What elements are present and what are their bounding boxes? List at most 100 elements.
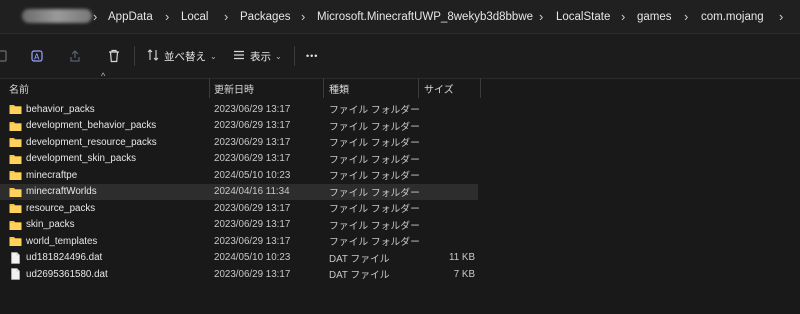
breadcrumb-packages[interactable]: Packages bbox=[240, 0, 291, 33]
chevron-right-icon: › bbox=[93, 9, 98, 24]
file-name: minecraftWorlds bbox=[26, 186, 97, 197]
rename-icon[interactable]: A bbox=[29, 48, 45, 64]
sort-label: 並べ替え bbox=[164, 50, 206, 63]
file-row[interactable]: minecraftpe 2024/05/10 10:23 ファイル フォルダー bbox=[0, 167, 478, 183]
folder-icon bbox=[9, 169, 22, 181]
view-button[interactable]: 表示 ⌄ bbox=[232, 46, 282, 66]
file-type: ファイル フォルダー bbox=[329, 121, 420, 133]
toolbar-separator bbox=[294, 46, 295, 66]
more-options-button[interactable]: ••• bbox=[306, 46, 318, 66]
breadcrumb-com-mojang[interactable]: com.mojang bbox=[701, 0, 764, 33]
file-type: ファイル フォルダー bbox=[329, 220, 420, 232]
file-date: 2024/05/10 10:23 bbox=[214, 169, 291, 181]
file-date: 2023/06/29 13:17 bbox=[214, 153, 291, 164]
folder-icon bbox=[9, 219, 22, 231]
file-row[interactable]: ud181824496.dat 2024/05/10 10:23 DAT ファイル 1… bbox=[0, 250, 478, 266]
chevron-right-icon: › bbox=[224, 9, 229, 24]
chevron-right-icon: › bbox=[165, 9, 170, 24]
folder-icon bbox=[9, 153, 22, 165]
sort-button[interactable]: 並べ替え ⌄ bbox=[146, 46, 217, 66]
file-row[interactable]: ud2695361580.dat 2023/06/29 13:17 DAT ファイル… bbox=[0, 266, 478, 282]
chevron-down-icon: ⌄ bbox=[210, 51, 217, 61]
share-icon[interactable] bbox=[67, 48, 83, 64]
file-date: 2023/06/29 13:17 bbox=[214, 202, 291, 214]
view-list-icon bbox=[232, 48, 246, 65]
file-size bbox=[420, 217, 475, 233]
file-date: 2023/06/29 13:17 bbox=[214, 268, 291, 280]
delete-icon[interactable] bbox=[106, 48, 122, 64]
file-date: 2023/06/29 13:17 bbox=[214, 103, 291, 115]
file-date: 2023/06/29 13:17 bbox=[214, 120, 291, 131]
file-date: 2024/04/16 11:34 bbox=[214, 186, 290, 197]
file-date: 2023/06/29 13:17 bbox=[214, 136, 291, 148]
svg-text:A: A bbox=[34, 53, 40, 62]
file-size: 7 KB bbox=[453, 268, 475, 280]
chevron-down-icon: ⌄ bbox=[275, 51, 282, 61]
file-type: ファイル フォルダー bbox=[329, 187, 420, 199]
file-row[interactable]: skin_packs 2023/06/29 13:17 ファイル フォルダー bbox=[0, 217, 478, 233]
column-date-header[interactable]: 更新日時 bbox=[214, 78, 254, 98]
file-name: development_skin_packs bbox=[26, 153, 137, 164]
file-type: ファイル フォルダー bbox=[329, 204, 420, 215]
chevron-right-icon: › bbox=[621, 9, 626, 24]
address-bar[interactable]: › AppData › Local › Packages › Microsoft… bbox=[0, 0, 800, 34]
file-type: ファイル フォルダー bbox=[329, 171, 420, 182]
file-row[interactable]: world_templates 2023/06/29 13:17 ファイル フォルダ… bbox=[0, 233, 478, 249]
file-type: ファイル フォルダー bbox=[329, 138, 420, 149]
file-date: 2024/05/10 10:23 bbox=[214, 252, 291, 263]
breadcrumb-minecraft-package[interactable]: Microsoft.MinecraftUWP_8wekyb3d8bbwe bbox=[317, 0, 533, 33]
column-size-header[interactable]: サイズ bbox=[424, 78, 454, 98]
toolbar-separator bbox=[134, 46, 135, 66]
file-row[interactable]: development_skin_packs 2023/06/29 13:17 ファ… bbox=[0, 151, 478, 167]
folder-icon bbox=[9, 235, 22, 247]
column-type-header[interactable]: 種類 bbox=[329, 78, 349, 98]
file-icon bbox=[9, 268, 22, 280]
file-size bbox=[420, 134, 475, 150]
chevron-right-icon: › bbox=[301, 9, 306, 24]
breadcrumb-games[interactable]: games bbox=[637, 0, 672, 33]
breadcrumb-appdata[interactable]: AppData bbox=[108, 0, 153, 33]
file-size bbox=[420, 101, 475, 117]
chevron-right-icon: › bbox=[539, 9, 544, 24]
file-size bbox=[420, 200, 475, 216]
breadcrumb-localstate[interactable]: LocalState bbox=[556, 0, 610, 33]
file-row[interactable]: development_resource_packs 2023/06/29 13:… bbox=[0, 134, 478, 150]
file-size: 11 KB bbox=[449, 252, 475, 263]
file-size bbox=[420, 167, 475, 183]
file-row[interactable]: minecraftWorlds 2024/04/16 11:34 ファイル フォルダ… bbox=[0, 183, 478, 200]
breadcrumb-local[interactable]: Local bbox=[181, 0, 209, 33]
file-name: skin_packs bbox=[26, 219, 75, 230]
file-size bbox=[420, 118, 475, 134]
column-header: 名前 更新日時 種類 サイズ bbox=[0, 78, 800, 98]
column-divider[interactable] bbox=[480, 78, 481, 98]
file-row[interactable]: resource_packs 2023/06/29 13:17 ファイル フォルダー bbox=[0, 200, 478, 216]
file-row[interactable]: development_behavior_packs 2023/06/29 13:… bbox=[0, 118, 478, 134]
file-name: behavior_packs bbox=[26, 103, 95, 115]
file-type: DAT ファイル bbox=[329, 253, 390, 265]
file-date: 2023/06/29 13:17 bbox=[214, 219, 291, 230]
file-name: resource_packs bbox=[26, 202, 96, 214]
folder-icon bbox=[9, 202, 22, 214]
chevron-right-icon: › bbox=[684, 9, 689, 24]
column-name-header[interactable]: 名前 bbox=[9, 78, 29, 98]
folder-icon bbox=[9, 186, 22, 198]
file-name: development_resource_packs bbox=[26, 136, 157, 148]
file-name: minecraftpe bbox=[26, 169, 78, 181]
file-row[interactable]: behavior_packs 2023/06/29 13:17 ファイル フォルダー bbox=[0, 101, 478, 117]
file-name: world_templates bbox=[26, 235, 98, 247]
file-size bbox=[420, 233, 475, 249]
file-name: ud181824496.dat bbox=[26, 252, 103, 263]
file-type: ファイル フォルダー bbox=[329, 105, 420, 116]
file-size bbox=[420, 184, 475, 200]
file-icon bbox=[9, 251, 22, 264]
column-divider[interactable] bbox=[209, 78, 210, 98]
file-type: ファイル フォルダー bbox=[329, 237, 420, 248]
file-size bbox=[420, 151, 475, 167]
folder-icon bbox=[9, 103, 22, 115]
column-divider[interactable] bbox=[323, 78, 324, 98]
file-type: ファイル フォルダー bbox=[329, 154, 420, 166]
copy-icon[interactable] bbox=[0, 48, 10, 64]
column-divider[interactable] bbox=[418, 78, 419, 98]
sort-icon bbox=[146, 48, 160, 65]
folder-icon bbox=[9, 120, 22, 132]
